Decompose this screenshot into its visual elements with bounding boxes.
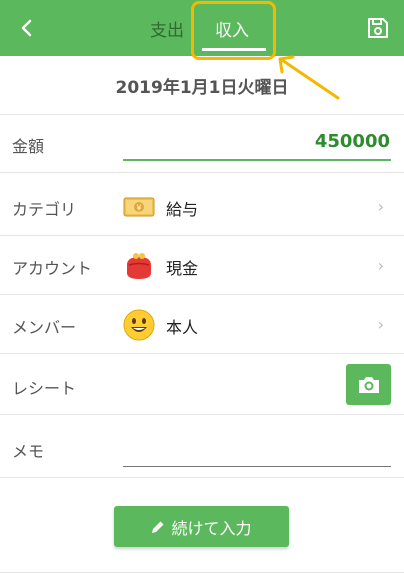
- back-button[interactable]: [12, 14, 40, 42]
- memo-input[interactable]: [123, 466, 391, 467]
- category-row[interactable]: カテゴリ ¥ 給与 ›: [0, 178, 404, 236]
- continue-input-label: 続けて入力: [171, 518, 252, 538]
- category-value: 給与: [166, 200, 199, 219]
- tab-highlight-annotation: [191, 1, 276, 60]
- chevron-right-icon: ›: [377, 315, 384, 334]
- member-value: 本人: [166, 318, 199, 337]
- camera-icon: [358, 376, 379, 393]
- account-label: アカウント: [12, 259, 93, 278]
- date-label: 2019年1月1日火曜日: [115, 77, 289, 98]
- receipt-row: レシート: [0, 357, 404, 415]
- camera-button[interactable]: [346, 364, 391, 405]
- smiley-face-icon: [123, 309, 155, 341]
- member-label: メンバー: [12, 318, 77, 337]
- red-purse-icon: [123, 250, 155, 282]
- member-row[interactable]: メンバー 本人 ›: [0, 296, 404, 354]
- pencil-icon: [151, 520, 165, 534]
- bottom-divider: [0, 572, 404, 573]
- chevron-left-icon: [21, 19, 32, 37]
- chevron-right-icon: ›: [377, 197, 384, 216]
- save-button[interactable]: [364, 14, 392, 42]
- category-label: カテゴリ: [12, 200, 77, 219]
- yen-banknote-icon: ¥: [123, 191, 155, 223]
- amount-input[interactable]: 450000: [315, 131, 390, 152]
- tab-expense[interactable]: 支出: [150, 16, 184, 41]
- continue-input-button[interactable]: 続けて入力: [114, 506, 289, 547]
- account-row[interactable]: アカウント 現金 ›: [0, 237, 404, 295]
- memo-label: メモ: [12, 442, 45, 461]
- svg-text:¥: ¥: [136, 204, 141, 213]
- floppy-disk-icon: [368, 18, 388, 38]
- memo-row: メモ: [0, 420, 404, 478]
- amount-row: 金額 450000: [0, 115, 404, 173]
- receipt-label: レシート: [12, 379, 77, 398]
- chevron-right-icon: ›: [377, 256, 384, 275]
- date-selector[interactable]: 2019年1月1日火曜日: [0, 56, 404, 115]
- account-value: 現金: [166, 259, 199, 278]
- amount-input-underline: [123, 159, 391, 161]
- amount-label: 金額: [12, 137, 45, 156]
